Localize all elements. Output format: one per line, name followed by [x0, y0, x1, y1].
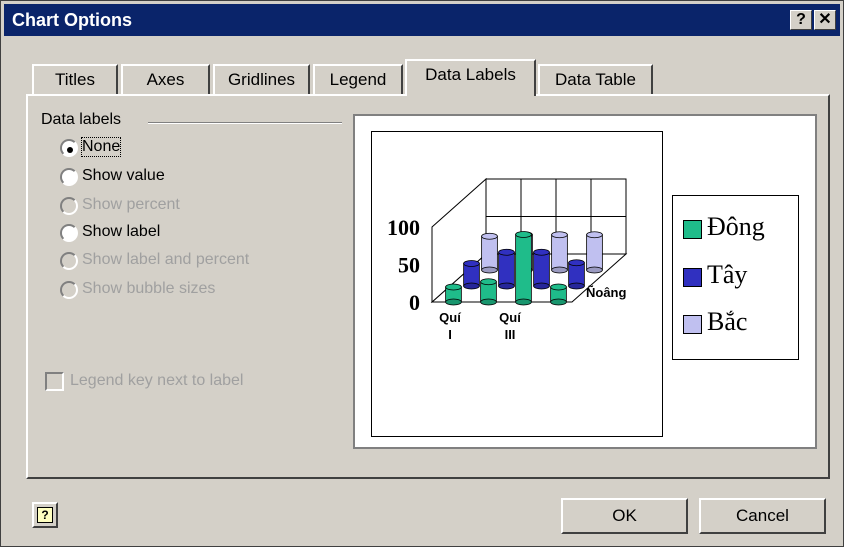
bar-base [480, 298, 497, 306]
bar-top [533, 248, 550, 256]
radio-circle [60, 197, 78, 215]
legend-swatch-tay [683, 268, 702, 287]
bar-1-2 [533, 251, 550, 287]
tab-legend[interactable]: Legend [313, 64, 403, 94]
chart-options-dialog: Chart Options ? ✕ Titles Axes Gridlines … [0, 0, 844, 547]
help-button[interactable]: ? [790, 10, 812, 30]
tab-axes[interactable]: Axes [121, 64, 210, 94]
bar-top [463, 260, 480, 267]
tab-titles[interactable]: Titles [32, 64, 118, 94]
tab-gridlines[interactable]: Gridlines [213, 64, 310, 94]
bar-top [568, 259, 585, 267]
dialog-title: Chart Options [12, 10, 132, 30]
legend-label: Đông [707, 212, 765, 241]
radio-label: Show label [82, 223, 161, 240]
bar-top [498, 248, 515, 256]
radio-circle [60, 139, 78, 157]
data-labels-group-title: Data labels [41, 111, 122, 128]
group-divider [148, 122, 342, 124]
depth-axis-label: Ñoâng [586, 285, 627, 300]
help-icon-button[interactable]: ? [32, 502, 58, 528]
legend-swatch-dong [683, 220, 702, 239]
radio-circle [60, 252, 78, 270]
bar-base [533, 282, 550, 290]
bar-top [445, 283, 462, 291]
bar-base [515, 298, 532, 306]
bar-top [515, 231, 532, 238]
tab-data-labels[interactable]: Data Labels [405, 59, 536, 96]
bar-0-2 [515, 234, 532, 303]
legend-key-checkbox [45, 372, 64, 391]
bar-top [586, 231, 603, 239]
radio-label: Show label and percent [82, 251, 250, 268]
radio-label: Show bubble sizes [82, 280, 216, 297]
bar-2-2 [551, 234, 568, 271]
chart-preview: 0 50 100 Quí I Quí III Ñoâng Đông Tây Bắc [353, 114, 817, 449]
bar-base [463, 282, 480, 290]
y-tick-label: 100 [387, 215, 420, 240]
x-tick-label: Quí [499, 310, 521, 325]
bar-1-1 [498, 251, 515, 287]
legend-label: Bắc [707, 307, 748, 336]
radio-dot [67, 147, 73, 153]
radio-label: Show value [82, 167, 165, 184]
radio-circle [60, 281, 78, 299]
bar-2-3 [586, 234, 603, 271]
bar-top [480, 278, 497, 286]
chart-plot-area: 0 50 100 Quí I Quí III Ñoâng [371, 131, 663, 437]
bar-base [481, 266, 498, 274]
x-tick-label: I [448, 327, 452, 342]
bar-top [551, 231, 568, 239]
radio-label: None [80, 137, 122, 157]
radio-circle [60, 224, 78, 242]
bar-base [445, 298, 462, 306]
legend-label: Tây [707, 260, 748, 289]
tab-data-table[interactable]: Data Table [538, 64, 653, 94]
radio-circle [60, 168, 78, 186]
bar-base [586, 266, 603, 274]
x-tick-label: Quí [439, 310, 461, 325]
y-tick-label: 50 [398, 253, 420, 278]
title-bar[interactable]: Chart Options ? ✕ [4, 4, 840, 36]
bar-base [498, 282, 515, 290]
bar-base [551, 266, 568, 274]
bar-base [568, 282, 585, 290]
bar-top [550, 283, 567, 291]
legend-key-label: Legend key next to label [70, 372, 244, 389]
ok-button[interactable]: OK [561, 498, 688, 534]
bar-top [481, 232, 498, 240]
radio-label: Show percent [82, 196, 180, 213]
chart-legend: Đông Tây Bắc [672, 195, 799, 360]
bar-1-3 [568, 262, 585, 287]
close-button[interactable]: ✕ [814, 10, 836, 30]
chart-svg: 0 50 100 Quí I Quí III Ñoâng [387, 177, 628, 342]
bar-base [550, 298, 567, 306]
help-icon: ? [37, 507, 53, 523]
bar-2-0 [481, 235, 498, 271]
x-tick-label: III [505, 327, 516, 342]
y-tick-label: 0 [409, 290, 420, 315]
legend-swatch-bac [683, 315, 702, 334]
cancel-button[interactable]: Cancel [699, 498, 826, 534]
